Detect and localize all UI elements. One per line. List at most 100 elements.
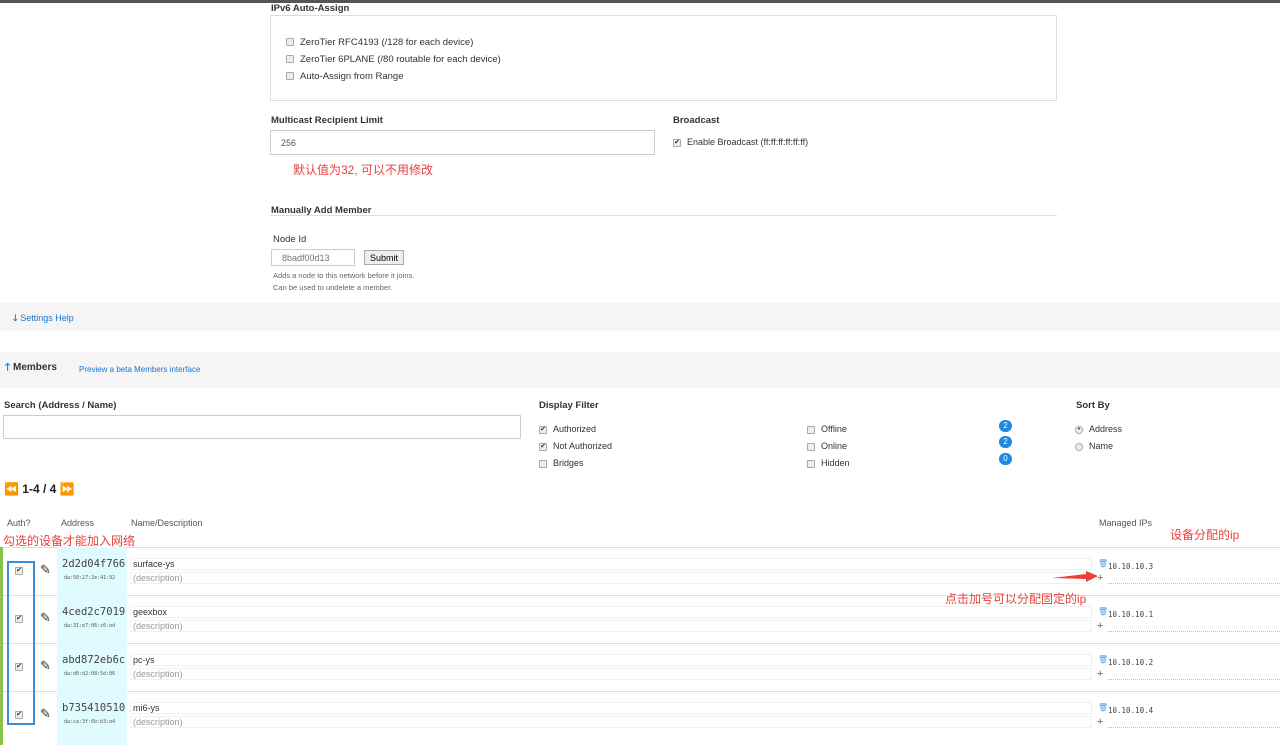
member-row xyxy=(0,691,1280,739)
multicast-label: Multicast Recipient Limit xyxy=(271,115,383,126)
ipv6-option[interactable]: Auto-Assign from Range xyxy=(286,68,501,85)
member-address: 4ced2c7019 xyxy=(62,606,126,618)
trash-icon[interactable]: 🗑 xyxy=(1098,607,1108,616)
broadcast-label: Broadcast xyxy=(673,115,720,126)
settings-help-link[interactable]: 🡓 Settings Help xyxy=(13,311,74,327)
filter-label: Online xyxy=(821,441,848,451)
sort-label-text: Address xyxy=(1089,424,1123,434)
member-mac: da:d0:d2:08:5d:06 xyxy=(64,671,116,677)
ips-annotation: 设备分配的ip xyxy=(1170,528,1240,542)
header-managed-ips: Managed IPs xyxy=(1099,518,1153,528)
add-ip-plus-icon[interactable]: + xyxy=(1097,668,1103,680)
ipv6-option[interactable]: ZeroTier RFC4193 (/128 for each device) xyxy=(286,34,501,51)
managed-ip: 10.10.10.3 xyxy=(1108,562,1154,571)
count-badge: 0 xyxy=(999,453,1012,465)
arrow-up-icon: 🡑 xyxy=(5,362,11,373)
broadcast-option-label: Enable Broadcast (ff:ff:ff:ff:ff:ff) xyxy=(687,137,809,147)
member-mac: da:50:27:2e:41:92 xyxy=(64,575,116,581)
add-ip-plus-icon[interactable]: + xyxy=(1097,716,1103,728)
add-ip-plus-icon[interactable]: + xyxy=(1097,620,1103,632)
edit-pencil-icon[interactable]: ✎ xyxy=(40,706,51,722)
settings-help-label: Settings Help xyxy=(20,313,74,323)
count-badge: 2 xyxy=(999,436,1012,448)
new-ip-input[interactable] xyxy=(1108,631,1280,632)
filter-label: Hidden xyxy=(821,458,850,468)
members-toggle[interactable]: 🡑 Members xyxy=(5,360,57,377)
sort-address-radio[interactable]: • Address xyxy=(1075,421,1122,438)
filter-offline[interactable]: Offline xyxy=(807,421,850,438)
auth-checkbox[interactable]: ✔ xyxy=(15,614,29,625)
option-label: ZeroTier 6PLANE (/80 routable for each d… xyxy=(300,54,501,65)
filter-label: Authorized xyxy=(553,424,597,434)
member-description-input[interactable]: (description) xyxy=(130,572,1092,584)
ipv6-title: IPv6 Auto-Assign xyxy=(271,3,350,14)
sort-name-radio[interactable]: Name xyxy=(1075,438,1122,455)
prev-page-icon[interactable]: ⏪ xyxy=(4,482,19,496)
search-input[interactable] xyxy=(3,415,521,439)
arrow-down-icon: 🡓 xyxy=(13,313,18,323)
trash-icon[interactable]: 🗑 xyxy=(1098,655,1108,664)
multicast-input[interactable] xyxy=(270,130,655,155)
broadcast-checkbox[interactable]: ✔ Enable Broadcast (ff:ff:ff:ff:ff:ff) xyxy=(673,137,808,147)
beta-members-link[interactable]: Preview a beta Members interface xyxy=(79,365,200,374)
auth-checkbox[interactable]: ✔ xyxy=(15,662,29,673)
members-title: Members xyxy=(12,362,57,373)
ipv6-option[interactable]: ZeroTier 6PLANE (/80 routable for each d… xyxy=(286,51,501,68)
edit-pencil-icon[interactable]: ✎ xyxy=(40,658,51,674)
member-address: abd872eb6c xyxy=(62,654,126,666)
member-description-input[interactable]: (description) xyxy=(130,668,1092,680)
multicast-annotation: 默认值为32, 可以不用修改 xyxy=(293,163,434,177)
new-ip-input[interactable] xyxy=(1108,727,1280,728)
filter-authorized[interactable]: ✔ Authorized xyxy=(539,421,612,438)
trash-icon[interactable]: 🗑 xyxy=(1098,703,1108,712)
option-label: ZeroTier RFC4193 (/128 for each device) xyxy=(300,37,474,48)
search-label: Search (Address / Name) xyxy=(4,400,117,411)
pager-text: 1-4 / 4 xyxy=(22,482,57,496)
member-address: b735410510 xyxy=(62,702,126,714)
auth-checkbox[interactable]: ✔ xyxy=(15,566,29,577)
help-line: Can be used to undelete a member. xyxy=(273,283,393,292)
option-label: Auto-Assign from Range xyxy=(300,71,404,82)
member-name-input[interactable]: mi6-ys xyxy=(130,702,1092,714)
filter-not-authorized[interactable]: ✔ Not Authorized xyxy=(539,438,612,455)
row-accent xyxy=(0,547,3,745)
header-address: Address xyxy=(61,518,95,528)
help-line: Adds a node to this network before it jo… xyxy=(273,271,415,280)
member-row xyxy=(0,595,1280,643)
filter-bridges[interactable]: Bridges xyxy=(539,455,612,472)
node-id-label: Node Id xyxy=(273,234,307,245)
new-ip-input[interactable] xyxy=(1108,583,1280,584)
trash-icon[interactable]: 🗑 xyxy=(1098,559,1108,568)
member-name-input[interactable]: surface-ys xyxy=(130,558,1092,570)
filter-hidden[interactable]: Hidden xyxy=(807,455,850,472)
ipv6-box: ZeroTier RFC4193 (/128 for each device) … xyxy=(270,15,1057,101)
managed-ip: 10.10.10.4 xyxy=(1108,706,1154,715)
filter-label: Offline xyxy=(821,424,847,434)
top-bar xyxy=(0,0,1280,3)
new-ip-input[interactable] xyxy=(1108,679,1280,680)
settings-help-bar xyxy=(0,303,1280,331)
edit-pencil-icon[interactable]: ✎ xyxy=(40,610,51,626)
filter-online[interactable]: Online xyxy=(807,438,850,455)
sort-label-text: Name xyxy=(1089,441,1114,451)
member-name-input[interactable]: pc-ys xyxy=(130,654,1092,666)
member-description-input[interactable]: (description) xyxy=(130,716,1092,728)
auth-highlight-box xyxy=(7,561,35,725)
member-address: 2d2d04f766 xyxy=(62,558,126,570)
edit-pencil-icon[interactable]: ✎ xyxy=(40,562,51,578)
submit-button[interactable]: Submit xyxy=(364,250,404,265)
header-auth: Auth? xyxy=(7,518,31,528)
member-description-input[interactable]: (description) xyxy=(130,620,1092,632)
node-id-input[interactable] xyxy=(271,249,355,266)
filter-label: Bridges xyxy=(553,458,584,468)
auth-checkbox[interactable]: ✔ xyxy=(15,710,29,721)
sort-label: Sort By xyxy=(1076,400,1110,411)
member-mac: da:ca:3f:6b:b3:e4 xyxy=(64,719,116,725)
next-page-icon[interactable]: ⏩ xyxy=(60,482,75,496)
managed-ip: 10.10.10.1 xyxy=(1108,610,1154,619)
header-name: Name/Description xyxy=(131,518,203,528)
count-badge: 2 xyxy=(999,420,1012,432)
manual-help: Adds a node to this network before it jo… xyxy=(273,270,414,294)
member-row xyxy=(0,643,1280,691)
member-name-input[interactable]: geexbox xyxy=(130,606,1092,618)
